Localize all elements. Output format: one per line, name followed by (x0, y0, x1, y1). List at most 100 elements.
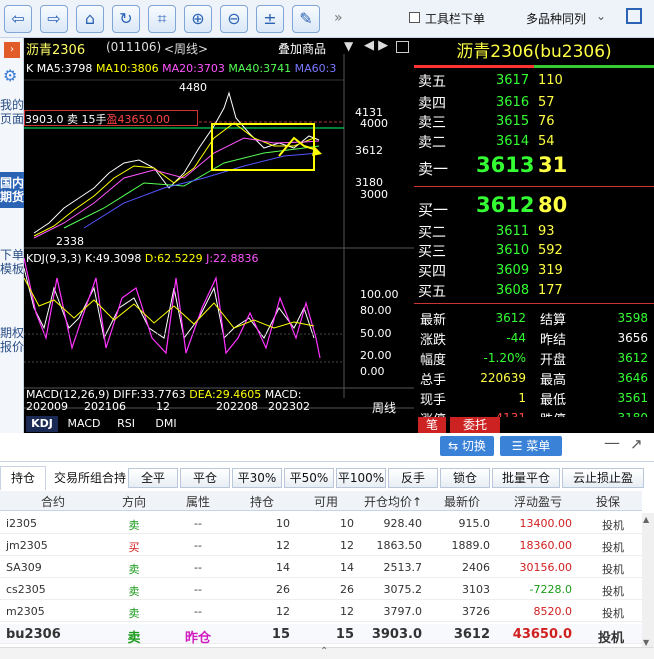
quote-title-bar-red (414, 65, 534, 68)
col-contract[interactable]: 合约 (18, 493, 88, 510)
calculator-icon[interactable]: ± (256, 5, 284, 33)
ask1-vol: 31 (538, 153, 568, 177)
col-available[interactable]: 可用 (296, 493, 356, 510)
cloud-stop-button[interactable]: 云止损止盈 (562, 468, 644, 488)
kdj-axis-80: 80.00 (360, 304, 392, 317)
col-open-avg[interactable]: 开仓均价↑ (358, 493, 428, 510)
quote-title: 沥青2306(bu2306) (456, 42, 612, 62)
bid3-label: 买三 (418, 244, 446, 260)
reverse-button[interactable]: 反手 (388, 468, 438, 488)
bid3-vol: 592 (538, 243, 563, 258)
col-attr[interactable]: 属性 (168, 493, 228, 510)
cell-attr: -- (194, 583, 202, 596)
zoom-in-icon[interactable]: ⊕ (184, 5, 212, 33)
cell-holding: 12 (276, 605, 290, 618)
col-hedge[interactable]: 投保 (582, 493, 634, 510)
refresh-icon[interactable]: ↻ (112, 5, 140, 33)
price-high-label: 4480 (179, 81, 207, 94)
axis-4000: 4000 (360, 117, 388, 130)
collapse-up-icon[interactable]: ⌃ (320, 646, 328, 657)
ask2-label: 卖二 (418, 135, 446, 151)
col-holding[interactable]: 持仓 (232, 493, 292, 510)
cell-available: 12 (340, 539, 354, 552)
switch-button[interactable]: ⇆ 切换 (440, 436, 494, 456)
cell-attr: -- (194, 605, 202, 618)
tab-ticks[interactable]: 笔 (418, 417, 446, 433)
sidebar-item-option-quotes[interactable]: 期权报价 (0, 326, 24, 354)
stat-pct-label: 幅度 (420, 353, 447, 368)
bid3-price[interactable]: 3610 (496, 243, 529, 258)
pen-icon[interactable]: ✎ (292, 5, 320, 33)
layout-dropdown[interactable]: 多品种同列 (526, 10, 586, 27)
scroll-down-icon[interactable]: ▼ (643, 638, 649, 647)
cell-direction: 买 (128, 541, 140, 554)
bid1-price[interactable]: 3612 (476, 193, 534, 217)
ask5-price[interactable]: 3617 (496, 73, 529, 88)
window-layout-icon[interactable] (626, 8, 642, 24)
kline-chart-panel[interactable]: 沥青2306 (011106) <周线> 叠加商品 ▼ ◀ ▶ K MA5:37… (24, 38, 414, 433)
tab-exchange-combo[interactable]: 交易所组合持 (54, 469, 126, 486)
cell-contract: bu2306 (6, 627, 61, 642)
chevron-down-icon[interactable]: ⌄ (596, 9, 606, 23)
back-arrow-icon[interactable]: ⇦ (4, 5, 32, 33)
ask1-price[interactable]: 3613 (476, 153, 534, 177)
forward-arrow-icon[interactable]: ⇨ (40, 5, 68, 33)
stat-prev-settle-label: 昨结 (540, 333, 567, 348)
col-last[interactable]: 最新价 (432, 493, 492, 510)
crop-icon[interactable]: ⌗ (148, 5, 176, 33)
tab-orders[interactable]: 委托 (450, 417, 500, 433)
toolbar-order-checkbox[interactable] (409, 12, 420, 23)
cell-hedge: 投机 (602, 585, 624, 598)
close-100-button[interactable]: 平100% (336, 468, 386, 488)
cell-last: 915.0 (458, 517, 491, 530)
more-icon[interactable]: » (334, 10, 343, 26)
menu-button[interactable]: ☰ 菜单 (500, 436, 562, 456)
cell-float-pnl: -7228.0 (529, 583, 572, 596)
expand-icon[interactable]: ↗ (630, 435, 643, 453)
close-50-button[interactable]: 平50% (284, 468, 334, 488)
ask3-price[interactable]: 3615 (496, 114, 529, 129)
cell-attr: 昨仓 (184, 631, 211, 646)
cell-attr: -- (194, 561, 202, 574)
close-button[interactable]: 平仓 (180, 468, 230, 488)
ask4-label: 卖四 (418, 96, 446, 112)
stat-high-label: 最高 (540, 373, 567, 388)
ask2-price[interactable]: 3614 (496, 134, 529, 149)
col-direction[interactable]: 方向 (106, 493, 162, 510)
tab-positions[interactable]: 持仓 (0, 466, 46, 490)
bid2-price[interactable]: 3611 (496, 224, 529, 239)
minimize-icon[interactable]: — (604, 433, 620, 452)
cell-available: 12 (340, 605, 354, 618)
kdj-axis-20: 20.00 (360, 349, 392, 362)
sidebar-item-order-template[interactable]: 下单模板 (0, 248, 24, 276)
quote-title-bar-green (534, 65, 654, 68)
cell-hedge: 投机 (602, 541, 624, 554)
close-30-button[interactable]: 平30% (232, 468, 282, 488)
tab-kdj[interactable]: KDJ (26, 416, 58, 432)
tab-rsi[interactable]: RSI (108, 416, 144, 432)
position-label-box[interactable]: 3903.0 卖 15手盈43650.00 (24, 110, 198, 126)
sidebar-item-my-page[interactable]: 我的页面 (0, 98, 24, 126)
kdj-legend: KDJ(9,3,3) K:49.3098 D:62.5229 J:22.8836 (26, 252, 259, 265)
col-float-pnl[interactable]: 浮动盈亏 (500, 493, 576, 510)
zoom-out-icon[interactable]: ⊖ (220, 5, 248, 33)
stat-lots-label: 现手 (420, 393, 447, 408)
vertical-scrollbar[interactable] (642, 513, 654, 649)
cell-direction: 卖 (127, 631, 141, 646)
ask5-vol: 110 (538, 73, 563, 88)
gear-icon[interactable]: ⚙ (3, 66, 17, 85)
scroll-up-icon[interactable]: ▲ (643, 515, 649, 524)
ask4-price[interactable]: 3616 (496, 95, 529, 110)
bid5-price[interactable]: 3608 (496, 283, 529, 298)
lock-button[interactable]: 锁仓 (440, 468, 490, 488)
tab-dmi[interactable]: DMI (148, 416, 184, 432)
close-all-button[interactable]: 全平 (128, 468, 178, 488)
stat-open-label: 开盘 (540, 353, 567, 368)
collapse-arrow-icon[interactable]: › (4, 42, 20, 58)
batch-close-button[interactable]: 批量平仓 (492, 468, 560, 488)
bid4-price[interactable]: 3609 (496, 263, 529, 278)
home-icon[interactable]: ⌂ (76, 5, 104, 33)
tab-macd[interactable]: MACD (64, 416, 104, 432)
cell-float-pnl: 18360.00 (519, 539, 573, 552)
sidebar-item-domestic-futures[interactable]: 国内期货 (0, 172, 24, 208)
